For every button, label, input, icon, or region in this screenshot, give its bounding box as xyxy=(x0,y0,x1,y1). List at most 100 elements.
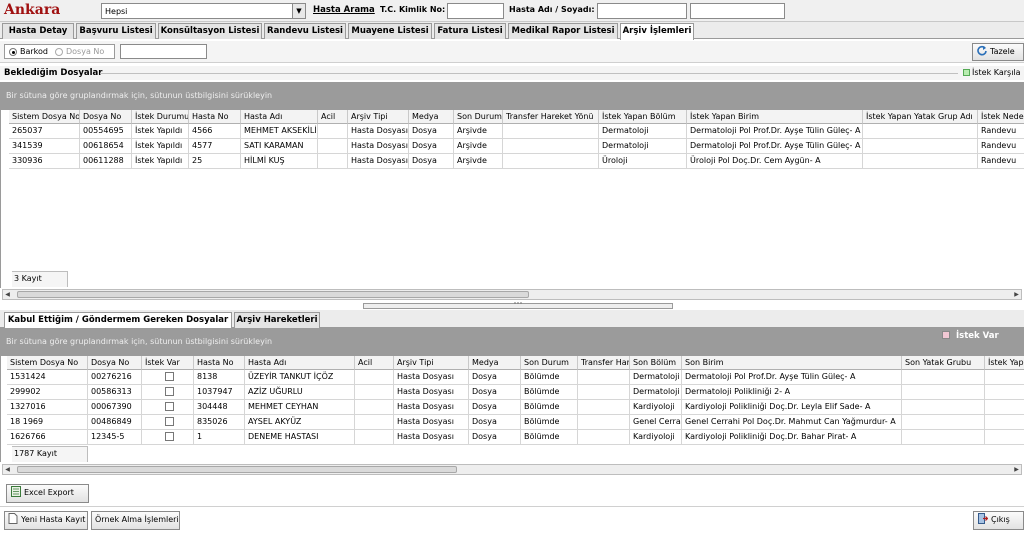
exit-door-icon xyxy=(978,513,988,524)
hasta-adi-input[interactable] xyxy=(597,3,687,19)
column-header[interactable]: Arşiv Tipi xyxy=(394,356,469,370)
table-cell: Bölümde xyxy=(521,385,578,400)
column-header[interactable]: Sistem Dosya No xyxy=(7,356,88,370)
table-cell: HİLMİ KUŞ xyxy=(241,154,318,169)
excel-export-button[interactable]: Excel Export xyxy=(6,484,89,503)
table-cell: 1037947 xyxy=(194,385,245,400)
table-cell xyxy=(578,385,630,400)
scroll-thumb[interactable] xyxy=(17,466,457,473)
tab-kabul-ettigim[interactable]: Kabul Ettiğim / Göndermem Gereken Dosyal… xyxy=(4,312,232,329)
column-header[interactable]: İstek Var xyxy=(142,356,194,370)
column-header[interactable]: Medya xyxy=(469,356,521,370)
column-header[interactable]: Son Durum xyxy=(521,356,578,370)
table-cell: Dosya xyxy=(469,385,521,400)
table-cell: MEHMET AKSEKİLİ xyxy=(241,124,318,139)
istek-var-checkbox[interactable] xyxy=(165,402,174,411)
tc-kimlik-input[interactable] xyxy=(447,3,504,19)
table-cell: 00618654 xyxy=(80,139,132,154)
tab-randevu-listesi[interactable]: Randevu Listesi xyxy=(264,23,346,39)
scroll-right-icon[interactable]: ▶ xyxy=(1012,465,1021,474)
tab-muayene-listesi[interactable]: Muayene Listesi xyxy=(348,23,432,39)
tab-hasta-detay[interactable]: Hasta Detay xyxy=(2,23,74,39)
barkod-input[interactable] xyxy=(120,44,207,59)
hasta-soyadi-input[interactable] xyxy=(690,3,785,19)
column-header[interactable]: Acil xyxy=(355,356,394,370)
column-header[interactable]: Son Birim xyxy=(682,356,902,370)
green-square-icon xyxy=(963,69,970,76)
column-header[interactable]: İstek Yapan xyxy=(985,356,1024,370)
city-select[interactable]: Hepsi ▼ xyxy=(101,3,306,19)
column-header[interactable]: Hasta Adı xyxy=(245,356,355,370)
panel-splitter[interactable]: ˄˄˄ xyxy=(363,303,673,309)
column-header[interactable]: Son Yatak Grubu xyxy=(902,356,985,370)
column-header[interactable]: İstek Yapan Birim xyxy=(687,110,863,124)
scroll-right-icon[interactable]: ▶ xyxy=(1012,290,1021,299)
istek-karsila-legend: İstek Karşıla xyxy=(963,68,1021,77)
hasta-adi-label: Hasta Adı / Soyadı: xyxy=(509,5,595,14)
table-cell: Üroloji xyxy=(599,154,687,169)
city-select-value: Hepsi xyxy=(105,7,128,16)
column-header[interactable]: İstek Yapan Bölüm xyxy=(599,110,687,124)
tab-basvuru-listesi[interactable]: Başvuru Listesi xyxy=(76,23,156,39)
column-header[interactable]: Acil xyxy=(318,110,348,124)
hasta-arama-link[interactable]: Hasta Arama xyxy=(313,5,375,15)
column-header[interactable]: Hasta Adı xyxy=(241,110,318,124)
dosya-no-radio[interactable] xyxy=(55,48,63,56)
tab-fatura-listesi[interactable]: Fatura Listesi xyxy=(434,23,506,39)
column-header[interactable]: Medya xyxy=(409,110,454,124)
scroll-left-icon[interactable]: ◀ xyxy=(3,465,12,474)
column-header[interactable]: Transfer Hareket Yönü xyxy=(578,356,630,370)
table-cell xyxy=(503,139,599,154)
table-cell: Hasta Dosyası xyxy=(394,415,469,430)
column-header[interactable]: İstek Durumu xyxy=(132,110,189,124)
istek-var-checkbox[interactable] xyxy=(165,387,174,396)
table-cell xyxy=(318,154,348,169)
column-header[interactable]: Son Durum xyxy=(454,110,503,124)
column-header[interactable]: Hasta No xyxy=(194,356,245,370)
istek-var-checkbox[interactable] xyxy=(165,432,174,441)
istek-var-checkbox[interactable] xyxy=(165,372,174,381)
column-header[interactable]: Transfer Hareket Yönü xyxy=(503,110,599,124)
tazele-button[interactable]: Tazele xyxy=(972,43,1024,61)
horizontal-scrollbar[interactable]: ◀ ▶ xyxy=(2,289,1022,300)
column-header[interactable]: İstek Nedeni xyxy=(978,110,1024,124)
column-header[interactable]: Son Bölüm xyxy=(630,356,682,370)
column-header[interactable]: Dosya No xyxy=(88,356,142,370)
column-header[interactable]: Hasta No xyxy=(189,110,241,124)
yeni-hasta-kayit-button[interactable]: Yeni Hasta Kayıt xyxy=(4,511,88,530)
table-cell: İstek Yapıldı xyxy=(132,139,189,154)
table-cell: Dosya xyxy=(409,154,454,169)
table-cell: Dosya xyxy=(469,400,521,415)
group-by-area[interactable]: Bir sütuna göre gruplandırmak için, sütu… xyxy=(0,328,1024,356)
column-header[interactable]: Dosya No xyxy=(80,110,132,124)
column-header[interactable]: Arşiv Tipi xyxy=(348,110,409,124)
table-cell: Dosya xyxy=(409,124,454,139)
tab-konsultasyon-listesi[interactable]: Konsültasyon Listesi xyxy=(158,23,262,39)
table-cell: AYSEL AKYÜZ xyxy=(245,415,355,430)
ornek-alma-button[interactable]: Örnek Alma İşlemleri xyxy=(91,511,180,530)
table-cell: Dermatoloji Pol Prof.Dr. Ayşe Tülin Güle… xyxy=(687,124,863,139)
cikis-button[interactable]: Çıkış xyxy=(973,511,1024,530)
istek-var-checkbox[interactable] xyxy=(165,417,174,426)
table-cell: Dermatoloji Pol Prof.Dr. Ayşe Tülin Güle… xyxy=(682,370,902,385)
tab-arsiv-islemleri[interactable]: Arşiv İşlemleri xyxy=(620,23,694,40)
chevron-down-icon[interactable]: ▼ xyxy=(292,4,305,18)
scroll-left-icon[interactable]: ◀ xyxy=(3,290,12,299)
table-cell xyxy=(902,400,985,415)
horizontal-scrollbar[interactable]: ◀ ▶ xyxy=(2,464,1022,475)
group-by-area[interactable]: Bir sütuna göre gruplandırmak için, sütu… xyxy=(0,82,1024,110)
table-cell xyxy=(985,400,1024,415)
istek-var-label: İstek Var xyxy=(956,331,999,341)
table-cell: Bölümde xyxy=(521,430,578,445)
column-header[interactable]: İstek Yapan Yatak Grup Adı xyxy=(863,110,978,124)
table-cell: Hasta Dosyası xyxy=(348,124,409,139)
barkod-radio[interactable] xyxy=(9,48,17,56)
tab-medikal-rapor-listesi[interactable]: Medikal Rapor Listesi xyxy=(508,23,618,39)
table-cell: 304448 xyxy=(194,400,245,415)
tab-arsiv-hareketleri[interactable]: Arşiv Hareketleri xyxy=(234,312,320,328)
table-cell: Dosya xyxy=(469,415,521,430)
table-cell xyxy=(902,415,985,430)
column-header[interactable]: Sistem Dosya No xyxy=(9,110,80,124)
refresh-icon xyxy=(977,45,987,56)
scroll-thumb[interactable] xyxy=(17,291,529,298)
